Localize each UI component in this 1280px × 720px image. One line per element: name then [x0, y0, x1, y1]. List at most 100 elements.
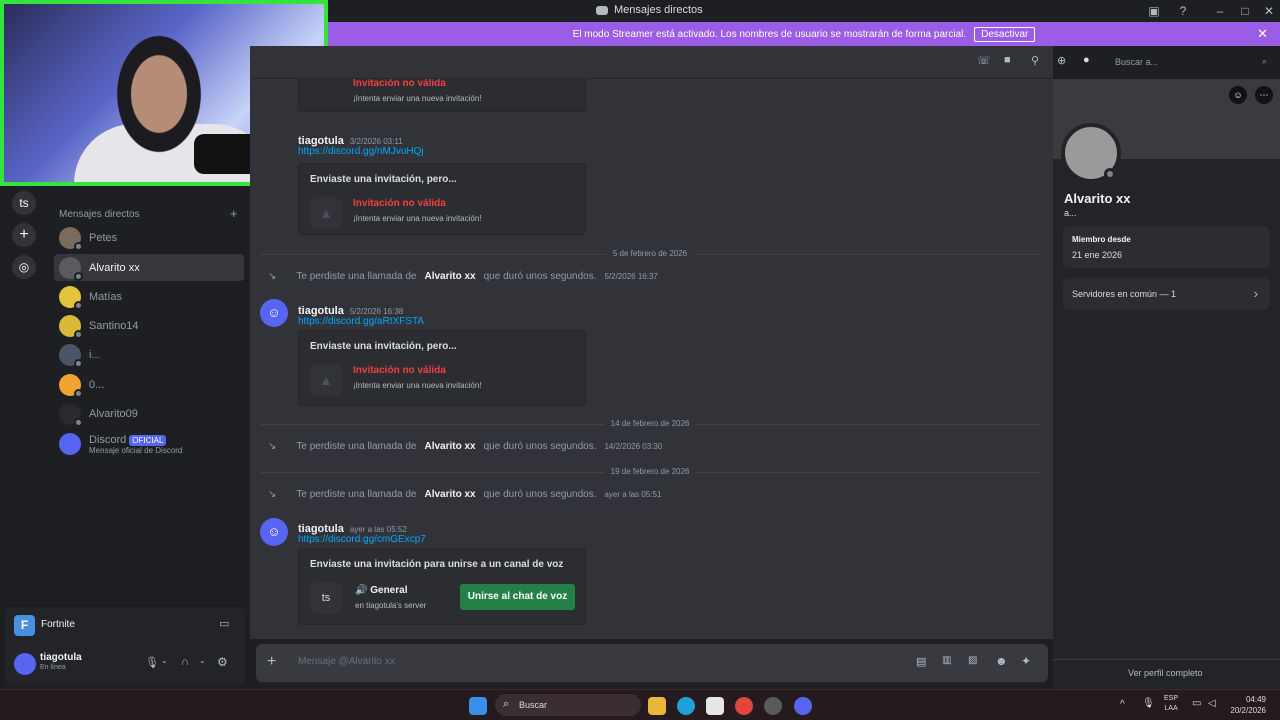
dm-item-i[interactable]: i... [54, 341, 244, 368]
dm-item-alvarito-xx[interactable]: Alvarito xx [54, 254, 244, 281]
discord-taskbar-icon[interactable] [794, 697, 812, 715]
new-dm-icon[interactable]: + [230, 206, 238, 221]
phone-icon: ↘ [268, 271, 277, 282]
dm-list: Mensajes directos + Petes Alvarito xx Ma… [48, 186, 250, 606]
discord-avatar[interactable]: ☺ [260, 518, 288, 546]
microphone-icon[interactable]: 🎙 [145, 656, 159, 669]
store-icon[interactable] [706, 697, 724, 715]
apps-icon[interactable]: ✦ [1021, 654, 1031, 668]
help-icon[interactable]: ? [1175, 3, 1191, 19]
chevron-down-icon[interactable]: ⌄ [161, 656, 168, 665]
more-icon[interactable]: ⋯ [1255, 86, 1273, 104]
dm-item-santino14[interactable]: Santino14 [54, 312, 244, 339]
invite-link[interactable]: https://discord.gg/cmGExcp7 [298, 534, 426, 545]
chevron-up-icon[interactable]: ^ [1120, 699, 1125, 710]
headphones-icon[interactable]: ∩ [181, 656, 189, 668]
screen-share-icon[interactable]: ▭ [219, 617, 229, 630]
settings-gear-icon[interactable]: ⚙ [217, 655, 228, 669]
file-explorer-icon[interactable] [648, 697, 666, 715]
dm-item-0[interactable]: 0... [54, 371, 244, 398]
inbox-icon[interactable]: ▣ [1146, 3, 1162, 19]
avatar [59, 373, 83, 398]
view-full-profile-link[interactable]: Ver perfil completo [1128, 668, 1203, 678]
emoji-icon[interactable]: ☻ [995, 654, 1008, 668]
add-server-icon[interactable]: + [12, 223, 36, 247]
gif-icon[interactable]: ▥ [942, 655, 951, 666]
avatar [59, 402, 83, 427]
profile-panel: ☺ ⋯ Alvarito xx a... Miembro desde 21 en… [1053, 79, 1280, 689]
activity-game: Fortnite [41, 619, 75, 630]
message-composer: + Mensaje @Alvarito xx ▤ ▥ ▨ ☻ ✦ [256, 644, 1048, 682]
official-badge: OFICIAL [129, 434, 167, 446]
avatar [59, 343, 83, 368]
video-call-icon[interactable]: ■ [1004, 54, 1011, 66]
language-indicator[interactable]: ESP LAA [1164, 694, 1178, 714]
close-window-button[interactable]: ✕ [1261, 3, 1277, 19]
avatar [59, 226, 83, 251]
windows-start-icon[interactable] [469, 697, 487, 715]
phone-call-icon[interactable]: ☏ [977, 54, 991, 67]
missed-call: ↘ Te perdiste una llamada de Alvarito xx q… [268, 441, 663, 452]
dm-item-petes[interactable]: Petes [54, 224, 244, 251]
join-voice-button[interactable]: Unirse al chat de voz [460, 584, 575, 610]
edge-icon[interactable] [677, 697, 695, 715]
taskbar-search[interactable]: ⌕ Buscar [495, 694, 641, 716]
microphone-icon[interactable]: 🎙 [1142, 698, 1155, 709]
server-ts[interactable]: ts [12, 191, 36, 215]
dm-item-matias[interactable]: Matías [54, 283, 244, 310]
windows-taskbar: ⌕ Buscar ^ 🎙 ESP LAA ▭ ◁ 04:49 20/2/2026 [0, 689, 1280, 720]
phone-icon: ↘ [268, 489, 277, 500]
clock[interactable]: 04:49 20/2/2026 [1226, 694, 1266, 716]
chevron-down-icon[interactable]: ⌄ [199, 656, 206, 665]
attach-plus-icon[interactable]: + [267, 653, 276, 671]
user-profile-icon[interactable]: ● [1083, 54, 1090, 66]
minimize-button[interactable]: – [1212, 3, 1228, 19]
speaker-icon: 🔊 [355, 585, 368, 596]
sticker-icon[interactable]: ▨ [968, 655, 977, 666]
search-icon: ⌕ [503, 698, 510, 710]
profile-name: Alvarito xx [1064, 191, 1131, 206]
server-name: en tiagotula's server [355, 601, 427, 610]
server-placeholder-icon: ▲ [310, 197, 342, 229]
invite-embed: Enviaste una invitación, pero... ▲ Invit… [298, 163, 586, 235]
invite-embed: Enviaste una invitación, pero... ▲ Invit… [298, 330, 586, 406]
dm-header: Mensajes directos [59, 209, 140, 220]
server-icon[interactable]: ts [310, 582, 342, 614]
gift-icon[interactable]: ▤ [916, 655, 926, 668]
chat-messages: Invitación no válida ¡Intenta enviar una… [250, 79, 1053, 639]
discover-icon[interactable]: ◎ [12, 255, 36, 279]
server-placeholder-icon: ▲ [310, 364, 342, 396]
date-divider: 19 de febrero de 2026 [260, 467, 1040, 476]
mutual-servers-button[interactable]: Servidores en común — 1 › [1063, 278, 1270, 310]
chevron-right-icon: › [1253, 286, 1258, 301]
pin-icon[interactable]: ⚲ [1031, 54, 1039, 67]
search-input[interactable]: Buscar a... ⌕ [1110, 52, 1272, 72]
deactivate-streamer-button[interactable]: Desactivar [974, 26, 1036, 42]
missed-call: ↘ Te perdiste una llamada de Alvarito xx q… [268, 489, 662, 500]
volume-icon[interactable]: ◁ [1208, 698, 1216, 709]
invite-link[interactable]: https://discord.gg/aRtXFSTA [298, 316, 424, 327]
steam-icon[interactable] [764, 697, 782, 715]
user-avatar[interactable] [14, 653, 36, 675]
network-icon[interactable]: ▭ [1192, 698, 1201, 709]
add-friend-icon[interactable]: ☺ [1229, 86, 1247, 104]
invite-embed: Invitación no válida ¡Intenta enviar una… [298, 79, 586, 112]
dm-item-discord[interactable]: Discord OFICIAL Mensaje oficial de Discor… [54, 429, 244, 459]
maximize-button[interactable]: □ [1237, 3, 1253, 19]
add-friend-icon[interactable]: ⊕ [1057, 54, 1066, 67]
close-icon[interactable]: ✕ [1257, 26, 1268, 42]
message-input[interactable]: Mensaje @Alvarito xx [298, 656, 395, 667]
user-status: En línea [40, 664, 66, 671]
missed-call: ↘ Te perdiste una llamada de Alvarito xx q… [268, 271, 658, 282]
avatar [59, 285, 83, 310]
dm-item-alvarito09[interactable]: Alvarito09 [54, 400, 244, 427]
member-since-card: Miembro desde 21 ene 2026 [1063, 226, 1270, 268]
discord-avatar[interactable]: ☺ [260, 299, 288, 327]
chat-header: ☏ ■ ⚲ ⊕ ● Buscar a... ⌕ [250, 46, 1272, 79]
chrome-icon[interactable] [735, 697, 753, 715]
streamer-banner-text: El modo Streamer está activado. Los nomb… [572, 28, 967, 40]
invite-link[interactable]: https://discord.gg/nMJvuHQj [298, 146, 424, 157]
date-divider: 14 de febrero de 2026 [260, 419, 1040, 428]
date-divider: 5 de febrero de 2026 [260, 249, 1040, 258]
discord-icon [596, 5, 608, 15]
